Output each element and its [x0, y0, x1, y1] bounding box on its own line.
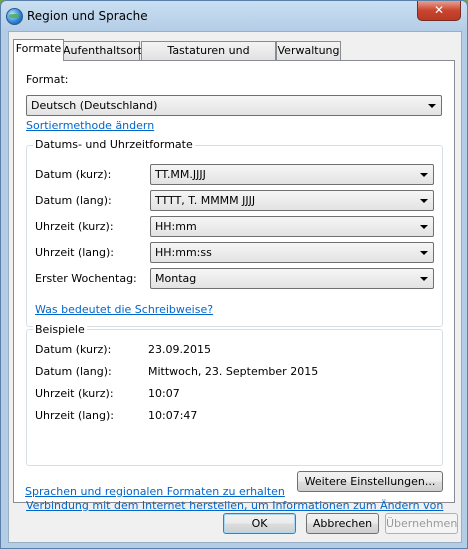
ok-button[interactable]: OK	[223, 513, 296, 534]
short-date-label: Datum (kurz):	[35, 168, 112, 181]
datetime-formats-group: Datums- und Uhrzeitformate Datum (kurz):…	[26, 138, 443, 327]
tab-verwaltung[interactable]: Verwaltung	[276, 41, 341, 60]
long-time-value: HH:mm:ss	[155, 246, 212, 259]
long-time-label: Uhrzeit (lang):	[35, 246, 114, 259]
example-short-time-value: 10:07	[148, 387, 180, 400]
example-long-date-label: Datum (lang):	[35, 365, 112, 378]
long-date-value: TTTT, T. MMMM JJJJ	[155, 194, 256, 207]
tab-aufenthaltsort[interactable]: Aufenthaltsort	[62, 41, 142, 60]
example-short-time-label: Uhrzeit (kurz):	[35, 387, 114, 400]
long-date-label: Datum (lang):	[35, 194, 112, 207]
chevron-down-icon	[428, 104, 436, 108]
first-weekday-label: Erster Wochentag:	[35, 272, 137, 285]
close-button[interactable]: ✕	[417, 1, 461, 21]
format-label: Format:	[26, 73, 69, 86]
short-time-select[interactable]: HH:mm	[150, 216, 434, 237]
chevron-down-icon	[420, 199, 428, 203]
cancel-button[interactable]: Abbrechen	[306, 513, 379, 534]
notation-help-link[interactable]: Was bedeutet die Schreibweise?	[35, 303, 213, 316]
title-bar[interactable]: Region und Sprache ✕	[1, 1, 467, 31]
internet-info-link-line1[interactable]: Verbindung mit dem Internet herstellen, …	[26, 499, 443, 512]
apply-button[interactable]: Übernehmen	[385, 513, 458, 534]
short-time-label: Uhrzeit (kurz):	[35, 220, 114, 233]
more-settings-button[interactable]: Weitere Einstellungen...	[297, 471, 443, 492]
format-select[interactable]: Deutsch (Deutschland)	[26, 95, 442, 116]
internet-info-link-line2[interactable]: Sprachen und regionalen Formaten zu erha…	[25, 485, 285, 498]
short-time-value: HH:mm	[155, 220, 197, 233]
example-long-date-value: Mittwoch, 23. September 2015	[148, 365, 319, 378]
first-weekday-select[interactable]: Montag	[150, 268, 434, 289]
tab-formate[interactable]: Formate	[13, 39, 64, 61]
formate-panel: Format: Deutsch (Deutschland) Sortiermet…	[13, 60, 455, 512]
short-date-value: TT.MM.JJJJ	[155, 168, 206, 181]
window-title: Region und Sprache	[27, 9, 148, 23]
example-short-date-value: 23.09.2015	[148, 343, 211, 356]
chevron-down-icon	[420, 173, 428, 177]
tab-tastaturen-und-sprachen[interactable]: Tastaturen und Sprachen	[141, 41, 276, 75]
sort-method-link[interactable]: Sortiermethode ändern	[26, 119, 154, 132]
chevron-down-icon	[420, 251, 428, 255]
example-long-time-value: 10:07:47	[148, 409, 198, 422]
globe-icon	[6, 8, 23, 25]
chevron-down-icon	[420, 225, 428, 229]
chevron-down-icon	[420, 277, 428, 281]
long-time-select[interactable]: HH:mm:ss	[150, 242, 434, 263]
dialog-client-area: Formate Aufenthaltsort Tastaturen und Sp…	[8, 31, 462, 543]
examples-group: Beispiele Datum (kurz): 23.09.2015 Datum…	[26, 323, 443, 466]
example-long-time-label: Uhrzeit (lang):	[35, 409, 114, 422]
example-short-date-label: Datum (kurz):	[35, 343, 112, 356]
examples-group-title: Beispiele	[33, 323, 87, 336]
format-select-value: Deutsch (Deutschland)	[31, 99, 158, 112]
long-date-select[interactable]: TTTT, T. MMMM JJJJ	[150, 190, 434, 211]
region-language-dialog: Region und Sprache ✕ Formate Aufenthalts…	[0, 0, 468, 549]
datetime-group-title: Datums- und Uhrzeitformate	[33, 138, 195, 151]
short-date-select[interactable]: TT.MM.JJJJ	[150, 164, 434, 185]
first-weekday-value: Montag	[155, 272, 197, 285]
